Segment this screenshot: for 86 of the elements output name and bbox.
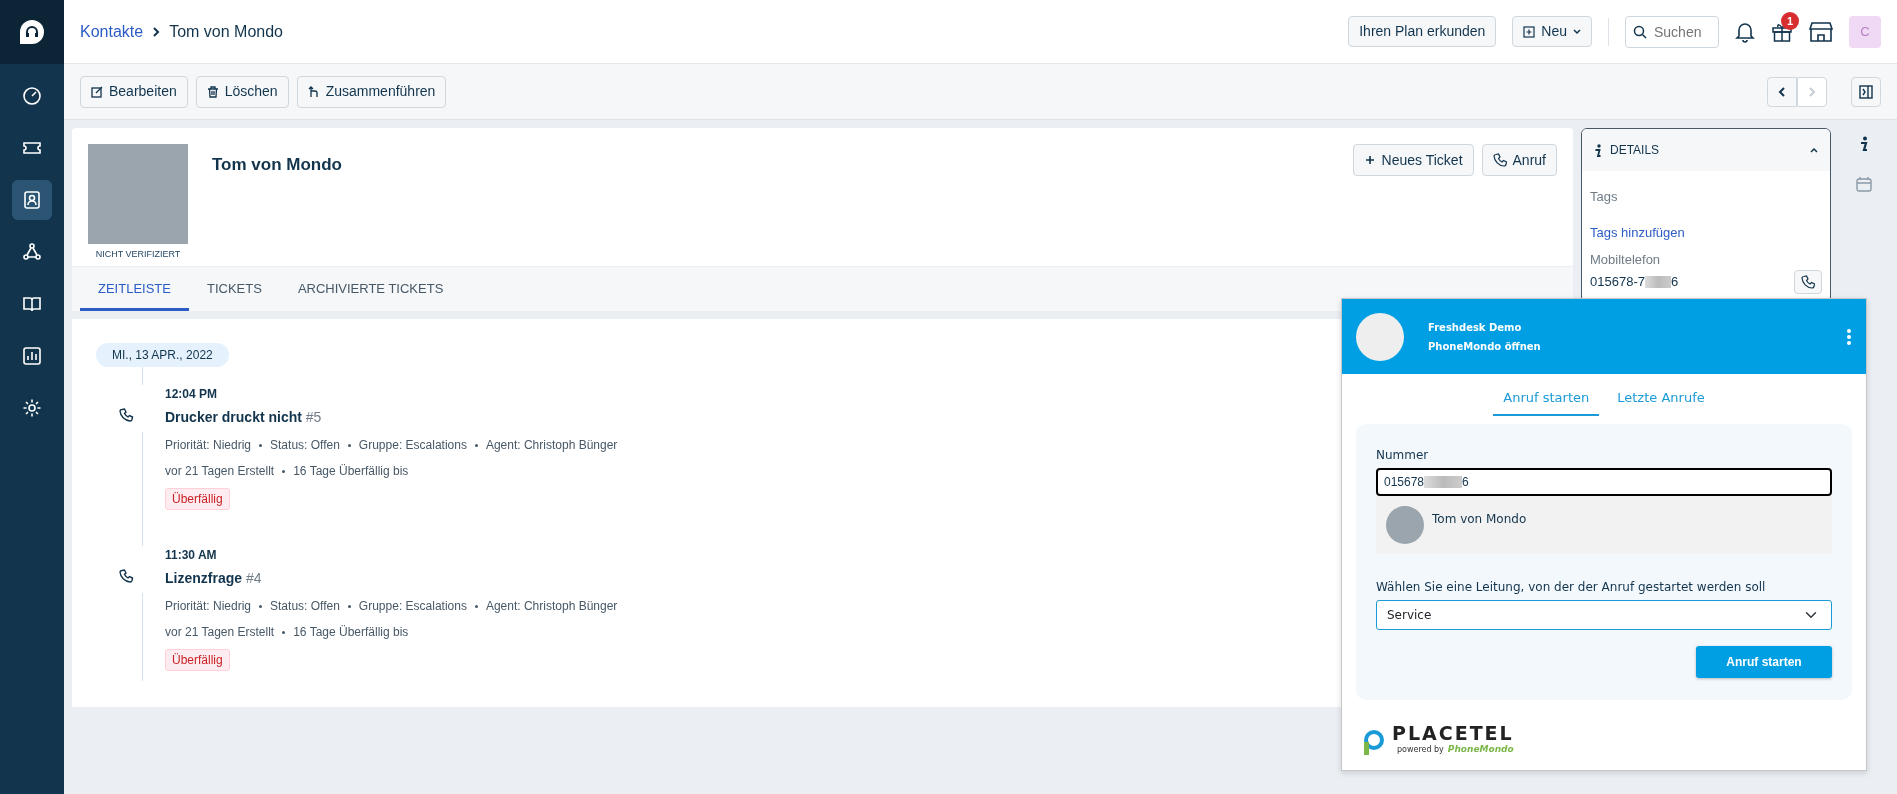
field-label: Mobiltelefon [1590,251,1662,269]
ticket-property: Gruppe: Escalations [358,598,467,615]
gear-icon [22,398,42,418]
redaction-block [1644,275,1671,288]
gauge-icon [22,86,42,106]
entry-time: 11:30 AM [165,547,218,564]
phone-number: 6 [1670,272,1679,291]
chevron-right-icon [1808,86,1816,97]
logo-icon [18,18,46,46]
contact-card-icon [22,190,42,210]
explore-plan-button[interactable]: Ihren Plan erkunden [1348,16,1497,47]
sidebar-toggle-button[interactable] [1851,76,1881,107]
toolbar-button[interactable]: Zusammenführen [296,75,447,108]
add-tags-link[interactable]: Tags hinzufügen [1590,222,1822,242]
ticket-dates: 16 Tage Überfällig bis [293,624,409,641]
ticket-property: Priorität: Niedrig [165,598,252,615]
avatar-placeholder [1356,312,1404,361]
avatar-placeholder [1386,505,1424,544]
bar-chart-icon [22,346,42,366]
contact-action-button[interactable]: Anruf [1481,144,1557,176]
tab[interactable]: TICKETS [188,266,280,311]
redaction-block [1424,475,1463,488]
ticket-title[interactable]: Lizenzfrage #4 [165,568,618,589]
sidebar-item[interactable] [12,180,52,220]
field-label: Nummer [1376,446,1430,464]
overdue-tag: Überfällig [165,488,230,510]
account-name: Freshdesk Demo [1428,320,1523,335]
store-icon[interactable] [1809,20,1833,43]
ticket-dates: vor 21 Tagen Erstellt [165,463,275,480]
page-title: Tom von Mondo [169,21,283,42]
phone-icon [1801,274,1815,289]
notification-bell-icon[interactable] [1735,20,1755,43]
search-field[interactable]: Suchen [1625,15,1719,48]
panel-toggle-icon [1859,84,1873,99]
phone-icon [1492,153,1507,167]
tab[interactable]: ARCHIVIERTE TICKETS [279,266,462,311]
contact-action-button[interactable]: Neues Ticket [1352,144,1474,176]
trash-icon [206,85,219,98]
line-select[interactable]: Service [1376,599,1832,630]
info-icon[interactable] [1859,136,1869,152]
field-label: Tags [1590,188,1619,206]
ticket-property: Status: Offen [270,437,340,454]
date-label: MI., 13 APR., 2022 [96,343,229,367]
previous-button[interactable] [1767,76,1797,107]
info-icon [1594,143,1602,157]
chevron-up-icon[interactable] [1810,147,1818,153]
book-icon [22,294,42,314]
caret-icon [1573,28,1581,35]
ticket-property: Status: Offen [270,598,340,615]
notification-badge: 1 [1781,12,1799,31]
number-field[interactable]: 015678 6 [1376,467,1832,496]
ticket-dates: 16 Tage Überfällig bis [293,463,409,480]
chevron-right-icon [151,26,162,37]
phone-icon [119,408,135,425]
panel-title: DETAILS [1610,142,1660,159]
plus-icon [1363,154,1376,166]
network-icon [22,242,42,262]
chevron-left-icon [1778,86,1786,97]
ticket-property: Agent: Christoph Bünger [485,437,618,454]
field-label: Wählen Sie eine Leitung, von der der Anruf gestartet werden soll [1376,578,1767,596]
logo-text: PLACETEL [1392,723,1514,743]
overdue-tag: Überfällig [165,649,230,671]
ticket-property: Priorität: Niedrig [165,437,252,454]
call-button[interactable] [1794,269,1822,294]
new-button[interactable]: Neu [1512,16,1592,47]
p-logo-icon [1362,730,1384,756]
merge-icon [307,85,320,98]
edit-icon [91,85,103,98]
ticket-dates: vor 21 Tagen Erstellt [165,624,275,641]
powered-by-text: powered by [1396,743,1444,756]
ticket-property: Gruppe: Escalations [358,437,467,454]
tab[interactable]: ZEITLEISTE [80,266,189,311]
entry-time: 12:04 PM [165,386,219,403]
toolbar-button[interactable]: Löschen [195,75,289,108]
suggestion-name[interactable]: Tom von Mondo [1432,509,1527,528]
brand-text: PhoneMondo [1447,742,1514,756]
breadcrumb-link[interactable]: Kontakte [80,19,144,44]
ticket-title[interactable]: Drucker druckt nicht #5 [165,407,618,428]
toolbar-button[interactable]: Bearbeiten [80,75,188,108]
more-vertical-icon[interactable] [1846,327,1852,346]
contact-name: Tom von Mondo [212,154,342,176]
verification-status: NICHT VERIFIZIERT [95,248,181,261]
phone-number: 015678-7 [1590,272,1645,291]
phone-icon [119,569,135,586]
ticket-property: Agent: Christoph Bünger [485,598,618,615]
plus-square-icon [1523,25,1536,38]
